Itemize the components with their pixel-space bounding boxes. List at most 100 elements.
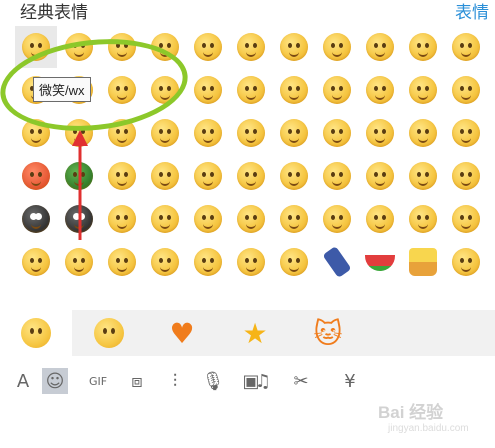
- emoji-cell[interactable]: [187, 155, 229, 197]
- tab-smiley-face[interactable]: [0, 310, 72, 356]
- emoji-face-icon: [280, 248, 308, 276]
- emoji-cell[interactable]: [445, 241, 487, 283]
- emoji-face-icon: [151, 119, 179, 147]
- emoji-cell[interactable]: [187, 198, 229, 240]
- emoji-cell[interactable]: [15, 155, 57, 197]
- scissors-icon: ✂: [293, 370, 309, 392]
- panel-title: 经典表情: [20, 3, 88, 22]
- emoji-cell[interactable]: [445, 69, 487, 111]
- emoji-cell[interactable]: [273, 155, 315, 197]
- tab-cat[interactable]: 🐱: [292, 310, 364, 356]
- emoji-cell[interactable]: [316, 241, 358, 283]
- shake-button[interactable]: ⫶: [162, 368, 188, 394]
- emoji-cell[interactable]: [273, 112, 315, 154]
- emoji-cell[interactable]: [230, 69, 272, 111]
- red-arrow-annotation: [72, 130, 88, 240]
- emoji-cell[interactable]: [15, 241, 57, 283]
- emoji-cell[interactable]: [402, 198, 444, 240]
- book-icon: [322, 245, 352, 279]
- emoji-face-icon: [452, 248, 480, 276]
- scissors-button[interactable]: ✂: [288, 368, 314, 394]
- emoji-cell[interactable]: [445, 26, 487, 68]
- emoji-cell[interactable]: [15, 198, 57, 240]
- emoji-cell[interactable]: [359, 69, 401, 111]
- emoji-cell[interactable]: [316, 26, 358, 68]
- emoji-cell[interactable]: [402, 69, 444, 111]
- tab-star[interactable]: ★: [219, 310, 291, 356]
- heart-icon: ♥: [169, 316, 195, 350]
- emoji-face-icon: [366, 33, 394, 61]
- red-packet-button[interactable]: ¥: [337, 368, 363, 394]
- emoji-face-icon: [366, 205, 394, 233]
- emoji-cell[interactable]: [445, 198, 487, 240]
- emoji-face-icon: [65, 248, 93, 276]
- emoji-cell[interactable]: [316, 155, 358, 197]
- emoji-face-icon: [452, 205, 480, 233]
- emoji-cell[interactable]: [144, 241, 186, 283]
- emoji-cell[interactable]: [273, 198, 315, 240]
- emoji-face-icon: [237, 119, 265, 147]
- emoji-face-icon: [151, 205, 179, 233]
- tab-heart[interactable]: ♥: [146, 310, 218, 356]
- emoji-cell[interactable]: [101, 241, 143, 283]
- emoji-cell[interactable]: [402, 26, 444, 68]
- emoji-face-icon: [366, 162, 394, 190]
- baidu-watermark: Bai 经验 jingyan.baidu.com: [378, 403, 469, 434]
- emoji-category-tabs: ♥ ★ 🐱: [0, 310, 495, 356]
- emoji-face-icon: [452, 76, 480, 104]
- emoji-cell[interactable]: [359, 112, 401, 154]
- emoji-face-icon: [323, 119, 351, 147]
- emoji-cell[interactable]: [144, 112, 186, 154]
- emoji-button[interactable]: ☺: [42, 368, 68, 394]
- microphone-button[interactable]: 🎙: [200, 368, 226, 394]
- emoji-cell[interactable]: [402, 112, 444, 154]
- microphone-icon: 🎙: [201, 370, 225, 392]
- emoji-cell[interactable]: [359, 241, 401, 283]
- grinning-face-icon: [94, 318, 124, 348]
- emoji-face-icon: [237, 205, 265, 233]
- emoji-cell[interactable]: [101, 155, 143, 197]
- emoji-cell[interactable]: [316, 198, 358, 240]
- emoji-cell[interactable]: [230, 198, 272, 240]
- emoji-cell[interactable]: [402, 241, 444, 283]
- emoji-face-icon: [323, 205, 351, 233]
- emoji-cell[interactable]: [230, 112, 272, 154]
- gif-button[interactable]: GIF: [82, 368, 114, 394]
- emoji-face-icon: [280, 76, 308, 104]
- emoji-cell[interactable]: [187, 26, 229, 68]
- emoji-face-icon: [108, 205, 136, 233]
- emoji-cell[interactable]: [273, 241, 315, 283]
- emoji-cell[interactable]: [359, 26, 401, 68]
- screenshot-button[interactable]: ⧈: [124, 368, 150, 394]
- emoji-cell[interactable]: [445, 112, 487, 154]
- music-button[interactable]: ♫: [250, 368, 276, 394]
- emoji-cell[interactable]: [230, 155, 272, 197]
- emoji-face-icon: [409, 119, 437, 147]
- emoji-face-icon: [280, 205, 308, 233]
- emoji-cell[interactable]: [402, 155, 444, 197]
- emoji-cell[interactable]: [144, 155, 186, 197]
- emoji-face-icon: [409, 162, 437, 190]
- emoji-cell[interactable]: [273, 69, 315, 111]
- font-button[interactable]: A: [10, 368, 36, 394]
- emoji-cell[interactable]: [230, 26, 272, 68]
- emoji-cell[interactable]: [187, 69, 229, 111]
- emoji-cell[interactable]: [316, 112, 358, 154]
- emoji-cell[interactable]: [359, 198, 401, 240]
- tab-grinning-face[interactable]: [73, 310, 145, 356]
- manage-emoji-link[interactable]: 表情: [455, 0, 489, 23]
- emoji-face-icon: [151, 162, 179, 190]
- gif-icon: GIF: [88, 374, 108, 388]
- emoji-cell[interactable]: [359, 155, 401, 197]
- emoji-face-icon: [237, 162, 265, 190]
- emoji-cell[interactable]: [187, 112, 229, 154]
- emoji-cell[interactable]: [316, 69, 358, 111]
- emoji-face-icon: [151, 248, 179, 276]
- emoji-cell[interactable]: [101, 198, 143, 240]
- emoji-cell[interactable]: [187, 241, 229, 283]
- emoji-cell[interactable]: [273, 26, 315, 68]
- emoji-cell[interactable]: [144, 198, 186, 240]
- smiley-face-icon: [21, 318, 51, 348]
- emoji-cell[interactable]: [230, 241, 272, 283]
- emoji-cell[interactable]: [445, 155, 487, 197]
